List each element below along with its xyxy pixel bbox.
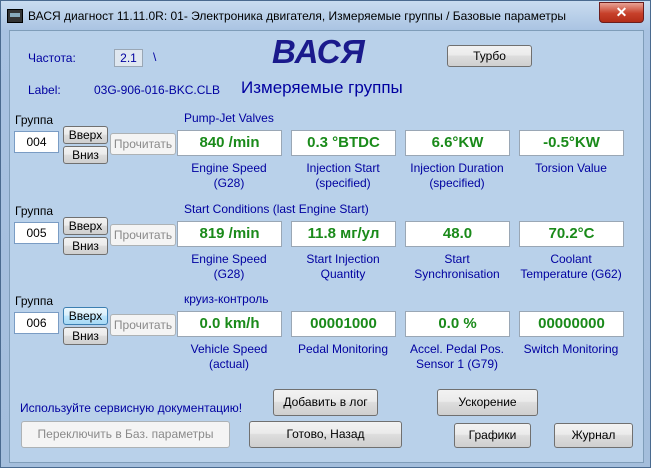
value-caption: Coolant Temperature (G62) xyxy=(520,252,622,281)
main-window: ВАСЯ диагност 11.11.0R: 01- Электроника … xyxy=(0,0,651,468)
value-caption: Accel. Pedal Pos. Sensor 1 (G79) xyxy=(409,342,505,371)
group-number-input[interactable]: 004 xyxy=(14,131,59,153)
value-caption: Start Injection Quantity xyxy=(306,252,380,281)
value-caption: Injection Duration (specified) xyxy=(410,161,504,190)
measured-value: 840 /min xyxy=(177,130,282,156)
group-number-input[interactable]: 005 xyxy=(14,222,59,244)
title-bar[interactable]: ВАСЯ диагност 11.11.0R: 01- Электроника … xyxy=(1,1,650,31)
measured-value: 70.2°C xyxy=(519,221,624,247)
frequency-separator: \ xyxy=(153,50,157,64)
measured-value: 0.0 % xyxy=(405,311,510,337)
group-label: Группа xyxy=(15,113,54,127)
switch-basic-settings-button[interactable]: Переключить в Баз. параметры xyxy=(21,421,230,448)
window-title: ВАСЯ диагност 11.11.0R: 01- Электроника … xyxy=(28,9,567,23)
frequency-label: Частота: xyxy=(28,51,76,65)
measured-value: 11.8 мг/ул xyxy=(291,221,396,247)
group-down-button[interactable]: Вниз xyxy=(63,146,108,164)
group-title: круиз-контроль xyxy=(184,292,269,306)
value-caption: Injection Start (specified) xyxy=(306,161,380,190)
client-area: Частота: 2.1 \ ВАСЯ Турбо Label: 03G-906… xyxy=(9,30,644,463)
group-down-button[interactable]: Вниз xyxy=(63,237,108,255)
value-caption: Vehicle Speed (actual) xyxy=(190,342,268,371)
app-icon xyxy=(7,9,23,23)
value-caption: Engine Speed (G28) xyxy=(191,161,267,190)
measured-value: 0.3 °BTDC xyxy=(291,130,396,156)
group-label: Группа xyxy=(15,204,54,218)
measured-value: -0.5°KW xyxy=(519,130,624,156)
measured-value: 6.6°KW xyxy=(405,130,510,156)
measured-value: 0.0 km/h xyxy=(177,311,282,337)
close-button[interactable]: ✕ xyxy=(599,2,644,23)
label-file: 03G-906-016-BKC.CLB xyxy=(94,83,221,97)
group-up-button[interactable]: Вверх xyxy=(63,126,108,144)
frequency-value: 2.1 xyxy=(114,49,143,67)
group-down-button[interactable]: Вниз xyxy=(63,327,108,345)
value-caption: Start Synchronisation xyxy=(414,252,500,281)
group-up-button[interactable]: Вверх xyxy=(63,217,108,235)
group-read-button[interactable]: Прочитать xyxy=(110,314,176,336)
value-caption: Torsion Value xyxy=(535,161,607,175)
add-to-log-button[interactable]: Добавить в лог xyxy=(273,389,378,416)
group-label: Группа xyxy=(15,294,54,308)
measured-value: 00001000 xyxy=(291,311,396,337)
documentation-hint: Используйте сервисную документацию! xyxy=(20,401,243,415)
value-caption: Engine Speed (G28) xyxy=(191,252,267,281)
measured-value: 00000000 xyxy=(519,311,624,337)
graphs-button[interactable]: Графики xyxy=(454,423,531,448)
group-title: Start Conditions (last Engine Start) xyxy=(184,202,369,216)
journal-button[interactable]: Журнал xyxy=(554,423,633,448)
app-logo: ВАСЯ xyxy=(272,33,365,70)
group-up-button[interactable]: Вверх xyxy=(63,307,108,325)
group-title: Pump-Jet Valves xyxy=(184,111,274,125)
group-read-button[interactable]: Прочитать xyxy=(110,224,176,246)
value-caption: Pedal Monitoring xyxy=(297,342,389,356)
group-read-button[interactable]: Прочитать xyxy=(110,133,176,155)
acceleration-button[interactable]: Ускорение xyxy=(437,389,538,416)
label-caption: Label: xyxy=(28,83,61,97)
turbo-button[interactable]: Турбо xyxy=(447,45,532,67)
value-caption: Switch Monitoring xyxy=(523,342,619,356)
measured-value: 48.0 xyxy=(405,221,510,247)
group-number-input[interactable]: 006 xyxy=(14,312,59,334)
measured-value: 819 /min xyxy=(177,221,282,247)
done-back-button[interactable]: Готово, Назад xyxy=(249,421,402,448)
page-subtitle: Измеряемые группы xyxy=(241,78,403,97)
